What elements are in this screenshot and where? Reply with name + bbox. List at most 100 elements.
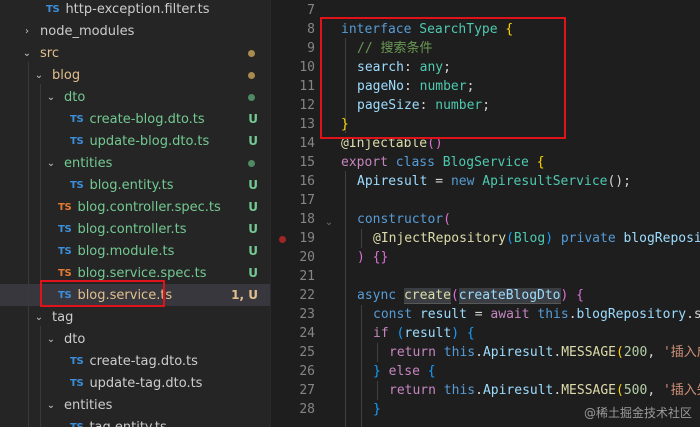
keyword: return — [389, 383, 436, 398]
keyword: const — [373, 307, 413, 322]
code-line-10[interactable]: search: any; — [357, 58, 451, 77]
code-line-26[interactable]: } else { — [373, 362, 436, 381]
explorer-sidebar: TS http-exception.filter.ts › node_modules ⌄… — [0, 0, 270, 427]
property: blogReposit — [623, 231, 700, 246]
chevron-down-icon[interactable]: ⌄ — [44, 158, 58, 169]
property: pageNo — [357, 79, 404, 94]
line-number: 28 — [299, 402, 315, 417]
code-line-24[interactable]: if (result) { — [373, 324, 475, 343]
line-number: 13 — [299, 117, 315, 132]
explorer-folder[interactable]: › node_modules — [0, 20, 270, 42]
explorer-item-label: entities — [64, 397, 113, 413]
keyword: new — [450, 174, 475, 189]
explorer-folder[interactable]: ⌄ src — [0, 42, 270, 64]
property: Apiresult — [482, 345, 554, 360]
line-number: 9 — [307, 41, 315, 56]
variable: result — [404, 326, 452, 341]
keyword: class — [395, 155, 435, 170]
type: any — [419, 60, 444, 75]
tree-indent-guide — [40, 84, 41, 304]
code-line-14[interactable]: @Injectable() — [341, 134, 443, 153]
comment: // 搜索条件 — [357, 41, 433, 56]
chevron-down-icon[interactable]: ⌄ — [44, 334, 58, 345]
indent-guide — [377, 381, 378, 400]
code-line-9[interactable]: // 搜索条件 — [357, 39, 432, 58]
code-line-12[interactable]: pageSize: number; — [357, 96, 490, 115]
interface-name: SearchType — [419, 22, 498, 37]
code-line-20[interactable]: ) {} — [357, 248, 388, 267]
method-name: create — [403, 288, 451, 304]
tree-indent-guide — [40, 326, 41, 427]
line-number: 8 — [307, 22, 315, 37]
git-status-badge: U — [248, 112, 258, 126]
chevron-down-icon[interactable]: ⌄ — [32, 312, 46, 323]
method-name: MESSAGE — [561, 345, 617, 360]
keyword: export — [341, 155, 388, 170]
git-status-badge: U — [248, 134, 258, 148]
code-line-15[interactable]: export class BlogService { — [341, 153, 545, 172]
code-line-16[interactable]: Apiresult = new ApiresultService(); — [357, 172, 631, 191]
typescript-file-icon: TS — [70, 113, 84, 125]
class-name: ApiresultService — [482, 174, 608, 189]
tree-indent-guide — [28, 62, 29, 427]
line-number: 16 — [299, 174, 315, 189]
code-line-8[interactable]: interface SearchType { — [341, 20, 513, 39]
brace: { — [536, 155, 545, 170]
line-number: 11 — [299, 79, 315, 94]
explorer-item-label: blog.module.ts — [77, 243, 175, 259]
class-name: BlogService — [442, 155, 529, 170]
fold-chevron-icon[interactable]: ⌄ — [323, 217, 335, 228]
keyword: async — [357, 288, 397, 303]
chevron-right-icon[interactable]: › — [20, 26, 34, 37]
keyword: this — [443, 345, 476, 360]
explorer-folder[interactable]: ⌄ blog — [0, 64, 270, 86]
explorer-item-label: node_modules — [40, 23, 135, 39]
typescript-file-icon: TS — [70, 135, 84, 147]
indent-guide — [377, 343, 378, 362]
punctuation: ) {} — [357, 250, 389, 265]
code-line-13[interactable]: } — [341, 115, 349, 134]
chevron-down-icon[interactable]: ⌄ — [44, 92, 58, 103]
chevron-down-icon[interactable]: ⌄ — [32, 70, 46, 81]
line-number: 15 — [299, 155, 315, 170]
typescript-file-icon: TS — [70, 377, 84, 389]
number: 500 — [623, 383, 648, 398]
number: 200 — [623, 345, 648, 360]
explorer-item-label: create-tag.dto.ts — [89, 353, 198, 369]
code-editor[interactable]: 7 8 9 10 11 12 13 14 15 16 17 18 19 20 21 22 23 24 25 26 27 2… — [271, 0, 700, 427]
code-line-19[interactable]: @InjectRepository(Blog) private blogRepo… — [373, 229, 700, 248]
brace: } — [341, 117, 349, 132]
line-number: 27 — [299, 383, 315, 398]
code-line-28[interactable]: } — [373, 400, 381, 419]
keyword: else — [388, 364, 420, 379]
code-line-25[interactable]: return this.Apiresult.MESSAGE(200, '插入成 — [389, 343, 700, 362]
line-number: 18 — [299, 212, 315, 227]
chevron-down-icon[interactable]: ⌄ — [44, 400, 58, 411]
typescript-file-icon: TS — [46, 3, 60, 15]
explorer-item-label: blog — [52, 67, 81, 83]
explorer-file[interactable]: TS http-exception.filter.ts — [0, 0, 270, 20]
code-line-11[interactable]: pageNo: number; — [357, 77, 474, 96]
punctuation: .sa — [686, 307, 700, 322]
typescript-file-icon: TS — [58, 201, 72, 213]
property: blogRepository — [576, 307, 687, 322]
breakpoint-icon[interactable] — [279, 236, 286, 243]
code-line-22[interactable]: async create(createBlogDto) { — [357, 286, 584, 305]
line-number: 26 — [299, 364, 315, 379]
line-number: 7 — [307, 3, 315, 18]
git-status-dot — [248, 159, 255, 167]
typescript-file-icon: TS — [70, 179, 84, 191]
punctuation: ) { — [560, 288, 584, 303]
typescript-file-icon: TS — [70, 421, 84, 427]
indent-guide — [361, 305, 362, 427]
git-status-badge: U — [248, 244, 258, 258]
chevron-down-icon[interactable]: ⌄ — [20, 48, 34, 59]
code-line-18[interactable]: constructor( — [357, 210, 451, 229]
code-line-27[interactable]: return this.Apiresult.MESSAGE(500, '插入失 — [389, 381, 700, 400]
explorer-folder[interactable]: ⌄ tag — [0, 306, 270, 328]
brace: } — [373, 364, 389, 379]
line-number: 14 — [299, 136, 315, 151]
keyword: this — [443, 383, 476, 398]
paren: ( — [443, 212, 451, 227]
code-line-23[interactable]: const result = await this.blogRepository… — [373, 305, 700, 324]
